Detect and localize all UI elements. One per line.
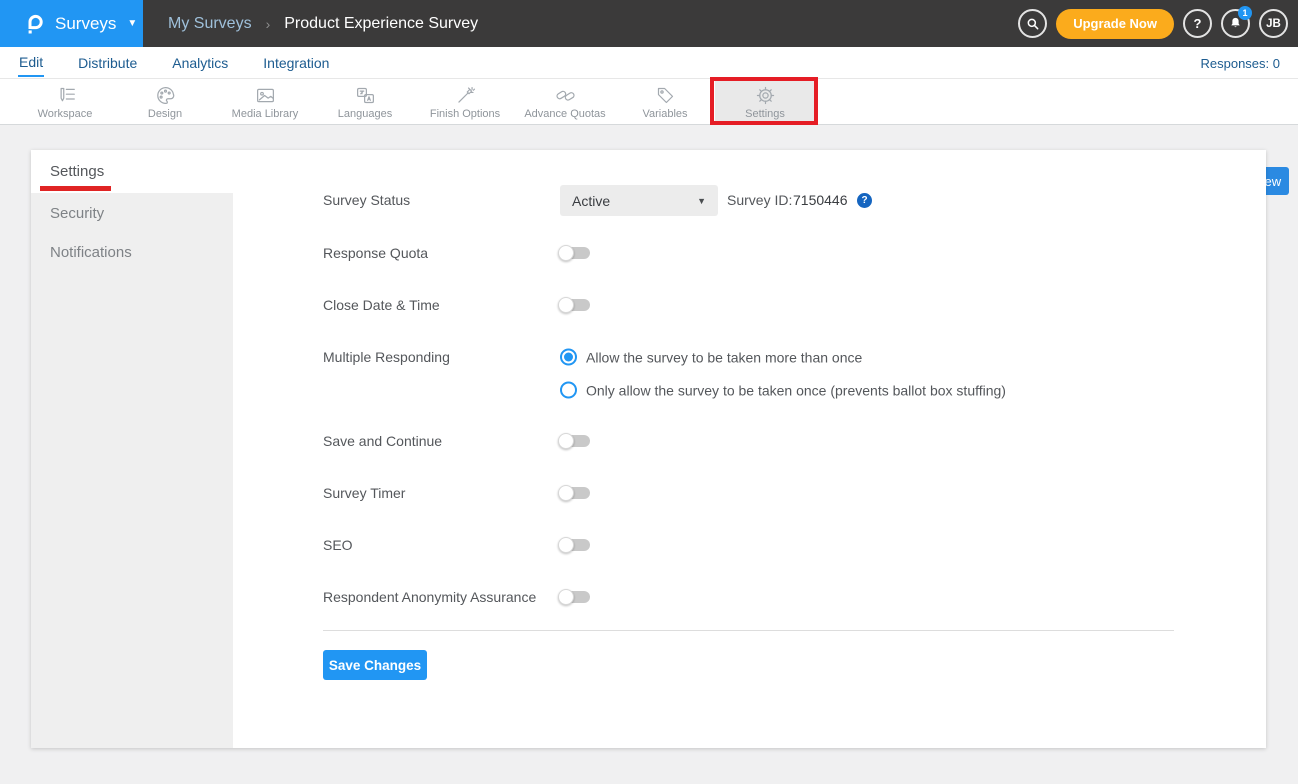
survey-title: Product Experience Survey	[284, 15, 478, 33]
tag-icon	[655, 85, 676, 106]
toolbar-item-settings[interactable]: Settings	[715, 79, 815, 125]
survey-id-label: Survey ID:	[727, 192, 792, 208]
toolbar-label: Design	[148, 108, 182, 120]
responses-count[interactable]: Responses: 0	[1201, 47, 1281, 79]
help-button[interactable]: ?	[1183, 9, 1212, 38]
edit-toolbar: Workspace Design Media Library Languages…	[0, 79, 1298, 125]
avatar[interactable]: JB	[1259, 9, 1288, 38]
tab-distribute[interactable]: Distribute	[77, 50, 138, 76]
toggle-knob	[558, 245, 574, 261]
close-date-time-label: Close Date & Time	[323, 297, 440, 313]
radio-option-only-once[interactable]: Only allow the survey to be taken once (…	[560, 382, 1006, 399]
gear-icon	[755, 85, 776, 106]
palette-icon	[155, 85, 176, 106]
toolbar-item-advance-quotas[interactable]: Advance Quotas	[515, 79, 615, 125]
survey-timer-toggle[interactable]	[560, 487, 590, 499]
save-changes-button[interactable]: Save Changes	[323, 650, 427, 680]
radio-unselected-icon	[560, 382, 577, 399]
toggle-knob	[558, 537, 574, 553]
toolbar-item-finish-options[interactable]: Finish Options	[415, 79, 515, 125]
multiple-responding-label: Multiple Responding	[323, 349, 450, 365]
notifications-button[interactable]: 1	[1221, 9, 1250, 38]
sidebar-item-label: Notifications	[50, 244, 132, 261]
toolbar-label: Media Library	[232, 108, 299, 120]
settings-sidebar: Settings Security Notifications	[31, 150, 233, 748]
toolbar-label: Advance Quotas	[524, 108, 605, 120]
survey-id-help-icon[interactable]: ?	[857, 193, 872, 208]
toolbar-item-design[interactable]: Design	[115, 79, 215, 125]
sidebar-item-label: Security	[50, 205, 104, 222]
response-quota-label: Response Quota	[323, 245, 428, 261]
chevron-down-icon: ▼	[127, 18, 137, 29]
response-quota-toggle[interactable]	[560, 247, 590, 259]
radio-option-label: Allow the survey to be taken more than o…	[586, 349, 862, 365]
question-mark-icon: ?	[1194, 16, 1202, 31]
radio-option-label: Only allow the survey to be taken once (…	[586, 382, 1006, 398]
notification-count-badge: 1	[1238, 6, 1252, 20]
respondent-anonymity-toggle[interactable]	[560, 591, 590, 603]
product-label: Surveys	[55, 14, 116, 34]
survey-status-dropdown[interactable]: Active ▼	[560, 185, 718, 216]
survey-status-label: Survey Status	[323, 192, 410, 208]
survey-nav-row: Edit Distribute Analytics Integration Re…	[0, 47, 1298, 79]
sidebar-item-label: Settings	[50, 163, 104, 180]
respondent-anonymity-label: Respondent Anonymity Assurance	[323, 589, 536, 605]
toolbar-item-languages[interactable]: Languages	[315, 79, 415, 125]
top-bar: Surveys ▼ My Surveys › Product Experienc…	[0, 0, 1298, 47]
save-and-continue-label: Save and Continue	[323, 433, 442, 449]
radio-selected-icon	[560, 349, 577, 366]
toolbar-label: Finish Options	[430, 108, 500, 120]
toggle-knob	[558, 485, 574, 501]
breadcrumb-separator-icon: ›	[266, 16, 271, 32]
toggle-knob	[558, 433, 574, 449]
sidebar-item-notifications[interactable]: Notifications	[31, 232, 233, 272]
topbar-actions: Upgrade Now ? 1 JB	[1018, 0, 1288, 47]
toolbar-label: Workspace	[38, 108, 93, 120]
tab-analytics[interactable]: Analytics	[171, 50, 229, 76]
avatar-initials: JB	[1266, 18, 1281, 30]
workspace-icon	[55, 85, 76, 106]
survey-id-value: 7150446	[793, 192, 848, 208]
toggle-knob	[558, 297, 574, 313]
survey-nav-tabs: Edit Distribute Analytics Integration	[18, 47, 330, 79]
breadcrumb-my-surveys[interactable]: My Surveys	[168, 15, 252, 33]
chevron-down-icon: ▼	[697, 196, 706, 206]
links-icon	[555, 85, 576, 106]
save-and-continue-toggle[interactable]	[560, 435, 590, 447]
upgrade-now-button[interactable]: Upgrade Now	[1056, 9, 1174, 39]
sidebar-background	[31, 193, 233, 748]
toolbar-label: Languages	[338, 108, 392, 120]
search-icon	[1026, 17, 1040, 31]
tab-integration[interactable]: Integration	[262, 50, 330, 76]
translate-icon	[355, 85, 376, 106]
form-divider	[323, 630, 1174, 631]
seo-label: SEO	[323, 537, 353, 553]
survey-timer-label: Survey Timer	[323, 485, 405, 501]
settings-panel: Settings Security Notifications Survey S…	[31, 150, 1266, 748]
toggle-knob	[558, 589, 574, 605]
toolbar-item-workspace[interactable]: Workspace	[15, 79, 115, 125]
survey-status-value: Active	[572, 193, 697, 209]
radio-option-allow-multiple[interactable]: Allow the survey to be taken more than o…	[560, 349, 862, 366]
wand-icon	[455, 85, 476, 106]
breadcrumb: My Surveys › Product Experience Survey	[168, 0, 478, 47]
image-icon	[255, 85, 276, 106]
tab-edit[interactable]: Edit	[18, 49, 44, 77]
toolbar-item-media-library[interactable]: Media Library	[215, 79, 315, 125]
sidebar-item-security[interactable]: Security	[31, 193, 233, 233]
sidebar-item-settings[interactable]: Settings	[31, 150, 233, 193]
search-button[interactable]	[1018, 9, 1047, 38]
toolbar-label: Variables	[642, 108, 687, 120]
seo-toggle[interactable]	[560, 539, 590, 551]
close-date-time-toggle[interactable]	[560, 299, 590, 311]
questionpro-logo-icon	[22, 12, 46, 36]
product-switcher[interactable]: Surveys ▼	[0, 0, 143, 47]
toolbar-label: Settings	[745, 108, 785, 120]
toolbar-item-variables[interactable]: Variables	[615, 79, 715, 125]
active-red-underline	[40, 186, 111, 191]
